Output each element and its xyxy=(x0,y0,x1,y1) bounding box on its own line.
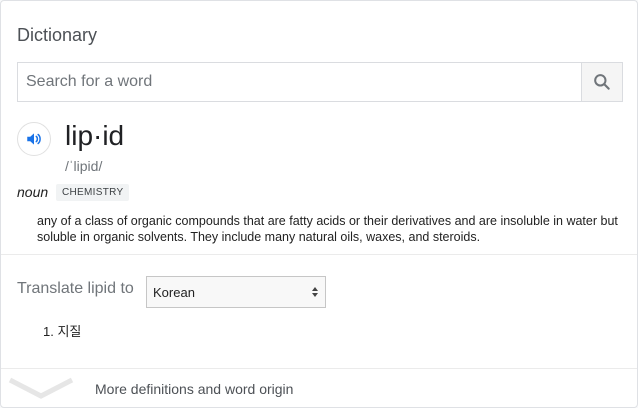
translation-list: 1. 지질 xyxy=(43,321,81,340)
widget-title: Dictionary xyxy=(17,25,98,45)
dictionary-card: Dictionary lip·id /ˈlipid/ noun CHEMISTR… xyxy=(0,0,638,408)
section-divider xyxy=(1,254,637,255)
pronunciation-button[interactable] xyxy=(17,122,51,156)
search-box xyxy=(17,62,623,102)
translation-number: 1. xyxy=(43,324,54,339)
translation-item: 지질 xyxy=(57,324,82,339)
definition-text: any of a class of organic compounds that… xyxy=(37,214,618,244)
more-definitions-button[interactable]: More definitions and word origin xyxy=(1,370,637,408)
search-input[interactable] xyxy=(18,63,581,101)
section-divider xyxy=(1,368,637,369)
part-of-speech: noun xyxy=(17,184,49,200)
translate-label: Translate lipid to xyxy=(17,280,134,297)
selected-language: Korean xyxy=(153,284,195,300)
search-button[interactable] xyxy=(581,63,622,101)
more-definitions-label: More definitions and word origin xyxy=(95,381,294,397)
headword: lip·id xyxy=(65,120,125,151)
phonetic-spelling: /ˈlipid/ xyxy=(65,158,103,174)
chevron-down-icon xyxy=(1,370,81,408)
updown-arrows-icon xyxy=(312,287,318,297)
language-select[interactable]: Korean xyxy=(146,276,326,308)
search-icon xyxy=(594,74,610,90)
speaker-icon xyxy=(27,133,41,145)
domain-badge: CHEMISTRY xyxy=(56,184,130,201)
